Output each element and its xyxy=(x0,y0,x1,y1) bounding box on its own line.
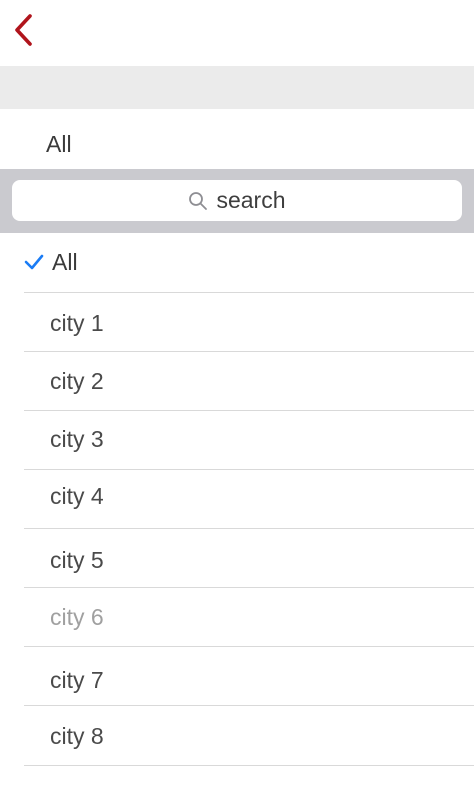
list-item-label: city 2 xyxy=(50,368,104,394)
list-item-label: All xyxy=(52,249,78,275)
checkmark-icon xyxy=(24,253,44,276)
list-item-label: city 8 xyxy=(50,723,104,749)
search-bar: search xyxy=(0,169,474,233)
list-item-label: city 1 xyxy=(50,310,104,336)
list-item[interactable]: city 5 xyxy=(24,529,474,588)
header-band xyxy=(0,66,474,109)
search-icon xyxy=(188,191,208,211)
list-item-label: city 7 xyxy=(50,667,104,693)
navigation-bar xyxy=(0,0,474,66)
list-item[interactable]: city 3 xyxy=(24,411,474,470)
screen: All search All city 1 city 2 city 3 city… xyxy=(0,0,474,811)
list-item[interactable]: city 8 xyxy=(24,706,474,766)
back-button[interactable] xyxy=(6,10,40,54)
list-item-label: city 3 xyxy=(50,426,104,452)
list-item[interactable]: city 4 xyxy=(24,470,474,529)
search-placeholder: search xyxy=(216,187,286,213)
list-item-all[interactable]: All xyxy=(24,233,474,293)
list-item[interactable]: city 2 xyxy=(24,352,474,411)
list-item[interactable]: city 1 xyxy=(24,293,474,352)
list-item-label: city 5 xyxy=(50,547,104,573)
search-input[interactable]: search xyxy=(12,180,462,221)
current-selection-row: All xyxy=(0,109,474,169)
list-item-label: city 4 xyxy=(50,483,104,509)
list-item-label: city 6 xyxy=(50,604,104,630)
list-item[interactable]: city 6 xyxy=(24,588,474,647)
list-item[interactable]: city 7 xyxy=(24,647,474,706)
chevron-left-icon xyxy=(10,12,36,53)
